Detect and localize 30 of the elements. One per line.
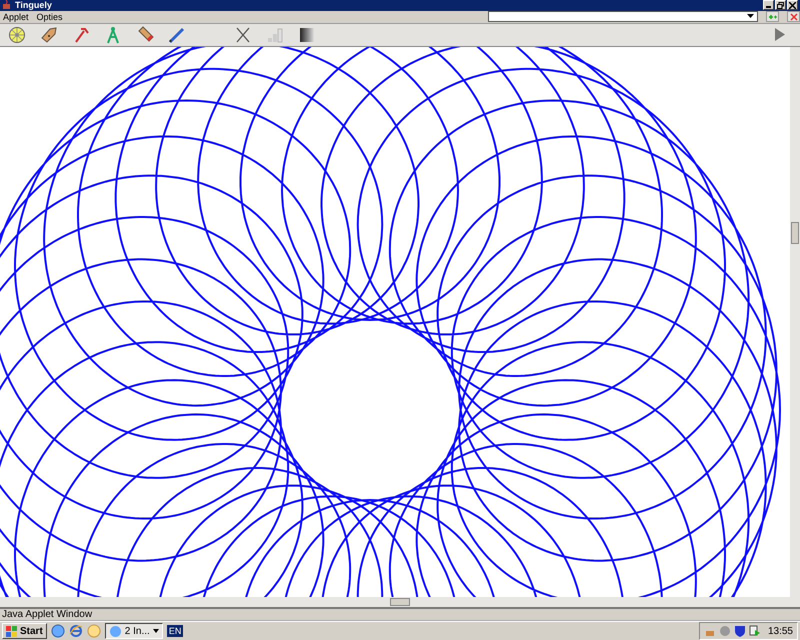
menu-item[interactable]: Opties (36, 12, 63, 22)
address-combo[interactable] (488, 11, 758, 22)
shield-icon[interactable] (734, 625, 746, 637)
horizontal-scrollbar[interactable] (0, 596, 800, 609)
eraser-icon[interactable] (136, 26, 154, 44)
restore-button[interactable] (775, 0, 786, 10)
network-icon[interactable] (748, 625, 761, 637)
java-cup-icon (2, 0, 12, 10)
compass-icon[interactable] (104, 26, 122, 44)
pencil-icon[interactable] (168, 26, 186, 44)
caret-icon (152, 629, 159, 633)
clock: 13:55 (768, 626, 793, 636)
scrollbar-thumb[interactable] (791, 222, 799, 244)
scrollbar-thumb[interactable] (390, 598, 410, 606)
menu-item[interactable]: Applet (3, 12, 29, 22)
gradient-icon[interactable] (298, 26, 316, 44)
dropdown-arrow-icon (747, 13, 755, 20)
wheel-icon[interactable] (8, 26, 26, 44)
play-icon[interactable] (774, 28, 786, 42)
windows-logo-icon (6, 626, 18, 636)
tag-icon[interactable] (40, 26, 58, 44)
status-text: Java Applet Window (2, 608, 92, 620)
window-title: Tinguely (15, 0, 52, 10)
minimize-button[interactable] (763, 0, 774, 10)
cross-icon[interactable] (234, 26, 252, 44)
close-button[interactable] (787, 0, 798, 10)
language-indicator[interactable]: EN (166, 625, 184, 637)
vertical-scrollbar[interactable] (790, 46, 800, 597)
start-button[interactable]: Start (2, 623, 47, 639)
taskbar-button[interactable]: 2 In... (104, 623, 163, 639)
